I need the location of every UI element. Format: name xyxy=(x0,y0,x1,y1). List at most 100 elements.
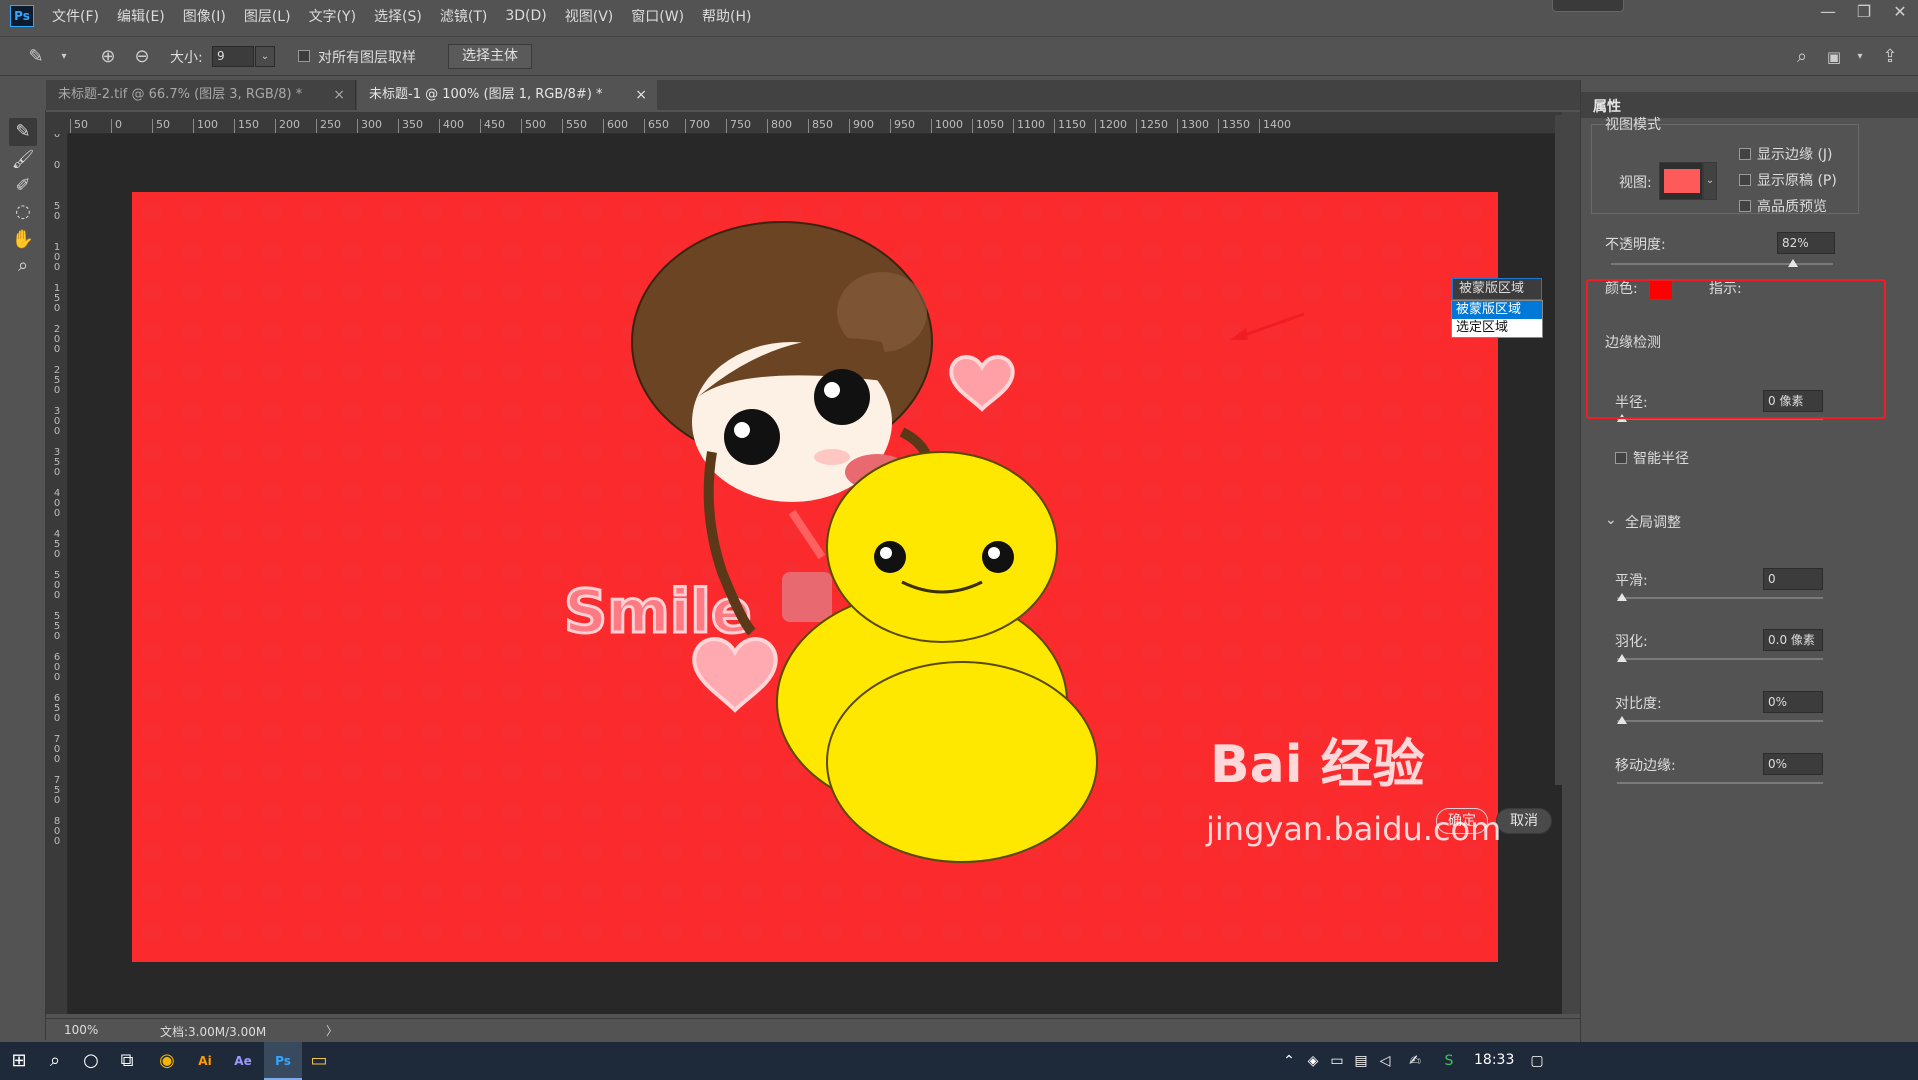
menu-help[interactable]: 帮助(H) xyxy=(702,6,751,26)
menu-file[interactable]: 文件(F) xyxy=(52,6,99,26)
select-subject-button[interactable]: 选择主体 xyxy=(448,44,532,69)
status-menu-icon[interactable]: 〉 xyxy=(326,1022,338,1039)
menu-filter[interactable]: 滤镜(T) xyxy=(440,6,487,26)
opacity-input[interactable]: 82% xyxy=(1777,232,1835,254)
menu-view[interactable]: 视图(V) xyxy=(565,6,614,26)
ruler-label: 600 xyxy=(53,652,61,683)
notification-icon[interactable]: ▢ xyxy=(1524,1048,1550,1074)
chevron-down-icon[interactable]: ⌄ xyxy=(1605,512,1617,528)
zoom-tool-icon[interactable]: ⌕ xyxy=(9,252,37,280)
global-adjust-header[interactable]: 全局调整 xyxy=(1625,512,1681,532)
search-icon[interactable]: ⌕ xyxy=(1790,45,1814,69)
chrome-icon[interactable]: ◉ xyxy=(154,1048,180,1074)
ruler-tick xyxy=(152,119,153,133)
chevron-up-icon[interactable]: ⌃ xyxy=(1276,1048,1302,1074)
refine-edge-brush-icon[interactable]: 🖌 xyxy=(9,146,37,174)
tab-untitled-1[interactable]: 未标题-1 @ 100% (图层 1, RGB/8#) * × xyxy=(357,80,657,110)
cancel-button[interactable]: 取消 xyxy=(1496,808,1552,834)
input-method-icon[interactable]: S xyxy=(1436,1048,1462,1074)
view-dropdown-icon[interactable]: ⌄ xyxy=(1703,162,1717,200)
feather-slider-thumb[interactable] xyxy=(1617,654,1627,662)
smooth-input[interactable]: 0 xyxy=(1763,568,1823,590)
contrast-input[interactable]: 0% xyxy=(1763,691,1823,713)
indicate-option-selected[interactable]: 选定区域 xyxy=(1452,319,1542,337)
share-icon[interactable]: ⇪ xyxy=(1878,45,1902,69)
zoom-level[interactable]: 100% xyxy=(64,1023,98,1037)
close-icon[interactable]: × xyxy=(333,80,345,110)
sample-all-layers-checkbox[interactable] xyxy=(298,50,310,62)
close-icon[interactable]: × xyxy=(635,80,647,110)
menu-type[interactable]: 文字(Y) xyxy=(309,6,356,26)
minimize-button[interactable]: — xyxy=(1810,0,1846,26)
security-icon[interactable]: ◈ xyxy=(1300,1048,1326,1074)
vertical-ruler: 5005010015020025030035040045050055060065… xyxy=(46,134,68,1014)
restore-button[interactable]: ❐ xyxy=(1846,0,1882,26)
opacity-slider-track[interactable] xyxy=(1611,263,1833,265)
size-input[interactable]: 9 xyxy=(212,46,254,67)
contrast-slider-thumb[interactable] xyxy=(1617,716,1627,724)
size-dropdown-icon[interactable]: ⌄ xyxy=(255,46,275,67)
properties-scrollbar[interactable] xyxy=(1555,115,1565,785)
ruler-label: 50 xyxy=(53,134,61,140)
close-button[interactable]: ✕ xyxy=(1882,0,1918,26)
workspace-icon[interactable]: ▣ xyxy=(1822,45,1846,69)
add-to-selection-icon[interactable]: ⊕ xyxy=(96,45,120,69)
volume-icon[interactable]: ◁ xyxy=(1372,1048,1398,1074)
indicate-option-masked[interactable]: 被蒙版区域 xyxy=(1452,301,1542,319)
ruler-tick xyxy=(644,119,645,133)
horizontal-ruler: 50 0 50 100 150 200 250 300 350 400 450 500 550 600 65… xyxy=(68,112,1562,134)
task-view-icon[interactable]: ⧉ xyxy=(114,1048,140,1074)
shift-edge-input[interactable]: 0% xyxy=(1763,753,1823,775)
smooth-slider-thumb[interactable] xyxy=(1617,593,1627,601)
show-edge-checkbox[interactable] xyxy=(1739,148,1751,160)
after-effects-icon[interactable]: Ae xyxy=(230,1048,256,1074)
ruler-tick xyxy=(439,119,440,133)
ruler-label: 150 xyxy=(238,118,259,131)
menu-window[interactable]: 窗口(W) xyxy=(631,6,684,26)
hq-preview-checkbox[interactable] xyxy=(1739,200,1751,212)
tab-untitled-2[interactable]: 未标题-2.tif @ 66.7% (图层 3, RGB/8) * × xyxy=(46,80,356,110)
indicate-dropdown-list: 被蒙版区域 选定区域 xyxy=(1451,300,1543,338)
view-thumbnail[interactable] xyxy=(1659,162,1703,200)
windows-start-icon[interactable]: ⊞ xyxy=(6,1048,32,1074)
indicate-select[interactable]: 被蒙版区域 xyxy=(1452,278,1542,300)
ruler-label: 900 xyxy=(853,118,874,131)
ruler-label: 700 xyxy=(53,734,61,765)
hand-tool-icon[interactable]: ✋ xyxy=(9,226,37,254)
illustrator-icon[interactable]: Ai xyxy=(192,1048,218,1074)
ruler-label: 450 xyxy=(484,118,505,131)
ruler-tick xyxy=(275,119,276,133)
battery-icon[interactable]: ▭ xyxy=(1324,1048,1350,1074)
menu-layer[interactable]: 图层(L) xyxy=(244,6,291,26)
contrast-slider-track[interactable] xyxy=(1617,720,1823,722)
quick-selection-preset-icon[interactable]: ✎ xyxy=(24,45,48,69)
feather-input[interactable]: 0.0 像素 xyxy=(1763,629,1823,651)
lasso-tool-icon[interactable]: ◌ xyxy=(9,198,37,226)
search-icon[interactable]: ⌕ xyxy=(42,1048,68,1074)
opacity-slider-thumb[interactable] xyxy=(1788,259,1799,267)
ruler-label: 50 xyxy=(156,118,170,131)
quick-selection-tool-icon[interactable]: ✎ xyxy=(9,118,37,146)
smart-radius-checkbox[interactable] xyxy=(1615,452,1627,464)
preset-dropdown-icon[interactable]: ▾ xyxy=(52,45,76,69)
ruler-label: 750 xyxy=(730,118,751,131)
cortana-icon[interactable]: ○ xyxy=(78,1048,104,1074)
ruler-tick xyxy=(767,119,768,133)
workspace-dropdown-icon[interactable]: ▾ xyxy=(1848,45,1872,69)
menu-image[interactable]: 图像(I) xyxy=(183,6,226,26)
shift-edge-slider-track[interactable] xyxy=(1617,782,1823,784)
canvas-area[interactable]: Smile xyxy=(68,134,1562,1014)
show-original-checkbox[interactable] xyxy=(1739,174,1751,186)
file-explorer-icon[interactable]: ▭ xyxy=(306,1048,332,1074)
taskbar-photoshop-active[interactable]: Ps xyxy=(264,1042,302,1080)
smooth-slider-track[interactable] xyxy=(1617,597,1823,599)
tab-label: 未标题-1 @ 100% (图层 1, RGB/8#) * xyxy=(369,87,603,102)
pen-icon[interactable]: ✍ xyxy=(1402,1048,1428,1074)
menu-edit[interactable]: 编辑(E) xyxy=(117,6,165,26)
menu-3d[interactable]: 3D(D) xyxy=(505,8,546,24)
network-icon[interactable]: ▤ xyxy=(1348,1048,1374,1074)
feather-slider-track[interactable] xyxy=(1617,658,1823,660)
subtract-from-selection-icon[interactable]: ⊖ xyxy=(130,45,154,69)
menu-select[interactable]: 选择(S) xyxy=(374,6,422,26)
brush-tool-icon[interactable]: ✐ xyxy=(9,172,37,200)
